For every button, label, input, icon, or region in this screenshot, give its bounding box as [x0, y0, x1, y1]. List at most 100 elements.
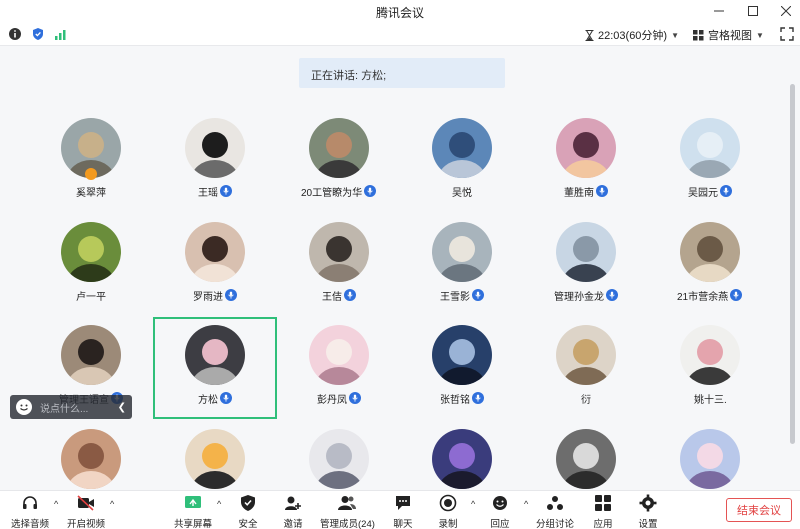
chevron-up-icon[interactable]: ^ [217, 499, 221, 509]
participant-name: 21市营余燕 [677, 291, 729, 303]
participant-name-row: 吴悦 [452, 184, 472, 199]
participant-name-row: 张哲铭 [440, 391, 484, 406]
participant-name-row: 彭丹凤 [317, 391, 361, 406]
collapse-left-icon[interactable]: ❮ [118, 402, 126, 413]
view-mode-dropdown[interactable]: 宫格视图 ▼ [693, 27, 764, 43]
toolbar-button-shield[interactable]: 安全 [238, 493, 258, 529]
toolbar-button-invite[interactable]: 邀请 [283, 493, 303, 529]
participant-name: 张哲铭 [440, 394, 470, 406]
participant-name-row: 姚十三. [694, 391, 727, 406]
toolbar-button-apps[interactable]: 应用 [593, 493, 613, 529]
chevron-up-icon[interactable]: ^ [110, 499, 114, 509]
participant-avatar[interactable] [432, 118, 492, 178]
toolbar-label: 选择音频 [11, 519, 50, 529]
signal-icon[interactable] [54, 27, 68, 41]
close-button[interactable] [770, 0, 800, 22]
bottom-toolbar: 结束会议 选择音频 ^ 开启视频 ^ 共享屏幕 ^ 安全 邀请 管理成员(24) 聊天 录制 ^ 回应 ^… [0, 490, 800, 529]
toolbar-button-camera-off[interactable]: 开启视频 [67, 493, 105, 529]
camera-off-icon [76, 493, 96, 513]
toolbar-label: 安全 [238, 519, 258, 529]
chevron-up-icon[interactable]: ^ [54, 499, 58, 509]
microphone-icon [364, 185, 377, 197]
toolbar-button-headset[interactable]: 选择音频 [11, 493, 49, 529]
toolbar-button-gear[interactable]: 设置 [638, 493, 658, 529]
participant-avatar[interactable] [680, 325, 740, 385]
host-badge-icon [85, 168, 97, 180]
participant-avatar[interactable] [185, 118, 245, 178]
participant-avatar[interactable] [309, 118, 369, 178]
chat-quick-input[interactable]: 说点什么... ❮ [10, 395, 132, 419]
toolbar-label: 邀请 [283, 519, 303, 529]
toolbar-label: 开启视频 [67, 519, 106, 529]
participant-avatar[interactable] [432, 325, 492, 385]
fullscreen-icon[interactable] [780, 27, 794, 41]
share-screen-icon [183, 493, 203, 513]
chat-input-field[interactable]: 说点什么... [40, 400, 110, 415]
microphone-icon [344, 289, 356, 301]
reaction-icon [490, 493, 510, 513]
microphone-icon [220, 185, 232, 197]
toolbar-button-breakout[interactable]: 分组讨论 [536, 493, 574, 529]
participant-name: 吴园元 [688, 187, 718, 199]
toolbar-button-share-screen[interactable]: 共享屏幕 [174, 493, 212, 529]
participant-avatar[interactable] [309, 325, 369, 385]
participant-avatar[interactable] [680, 429, 740, 489]
microphone-icon [472, 392, 484, 404]
shield-icon[interactable] [31, 27, 45, 41]
scrollbar-thumb[interactable] [790, 84, 795, 444]
participant-name: 王瑶 [198, 187, 218, 199]
participant-avatar[interactable] [432, 222, 492, 282]
minimize-button[interactable] [703, 0, 735, 22]
participant-avatar[interactable] [432, 429, 492, 489]
participant-name-row: 管理孙金龙 [554, 288, 618, 303]
speaking-indicator: 正在讲话: 方松; [299, 58, 505, 88]
participant-avatar[interactable] [185, 429, 245, 489]
participant-avatar[interactable] [556, 222, 616, 282]
shield-icon [238, 493, 258, 513]
invite-icon [283, 493, 303, 513]
participant-name: 卢一平 [76, 291, 106, 303]
toolbar-button-members[interactable]: 管理成员(24) [320, 493, 375, 529]
toolbar-button-chat[interactable]: 聊天 [393, 493, 413, 529]
participant-name-row: 方松 [198, 391, 232, 406]
participant-name: 奚翠萍 [76, 187, 106, 199]
participant-avatar[interactable] [185, 325, 245, 385]
participant-avatar[interactable] [61, 222, 121, 282]
participant-avatar[interactable] [556, 325, 616, 385]
chevron-up-icon[interactable]: ^ [471, 499, 475, 509]
participant-name: 方松 [198, 394, 218, 406]
chevron-up-icon[interactable]: ^ [524, 499, 528, 509]
toolbar-button-reaction[interactable]: 回应 [490, 493, 510, 529]
participant-name-row: 衍 [581, 391, 591, 406]
participant-name: 王佶 [322, 291, 342, 303]
headset-icon [20, 493, 40, 513]
end-meeting-button[interactable]: 结束会议 [726, 498, 792, 522]
participant-avatar[interactable] [61, 325, 121, 385]
info-icon[interactable] [8, 27, 22, 41]
participant-avatar[interactable] [680, 222, 740, 282]
participant-avatar[interactable] [680, 118, 740, 178]
chat-icon [393, 493, 413, 513]
participant-name: 吴悦 [452, 187, 472, 199]
participant-avatar[interactable] [309, 222, 369, 282]
toolbar-button-record[interactable]: 录制 [438, 493, 458, 529]
participant-name: 罗雨进 [193, 291, 223, 303]
maximize-button[interactable] [737, 0, 769, 22]
participant-avatar[interactable] [185, 222, 245, 282]
participant-avatar[interactable] [556, 118, 616, 178]
participant-avatar[interactable] [309, 429, 369, 489]
emoji-icon[interactable] [16, 399, 32, 415]
participant-name: 董胜南 [564, 187, 594, 199]
participant-avatar[interactable] [556, 429, 616, 489]
chevron-down-icon: ▼ [756, 30, 764, 40]
participant-name-row: 20工管瞭为华 [301, 184, 377, 199]
apps-icon [593, 493, 613, 513]
participant-grid: 奚翠萍 王瑶 20工管瞭为华 吴悦 董胜南 吴园元 卢一平 罗雨进 王佶 王雪影 管理孙金龙 21市营… [0, 110, 790, 490]
window-title: 腾讯会议 [375, 6, 424, 20]
participant-name-row: 奚翠萍 [76, 184, 106, 199]
meeting-timer[interactable]: 22:03(60分钟) ▼ [585, 27, 679, 43]
participant-avatar[interactable] [61, 429, 121, 489]
gear-icon [638, 493, 658, 513]
members-icon [337, 493, 357, 513]
participant-name: 管理孙金龙 [554, 291, 604, 303]
